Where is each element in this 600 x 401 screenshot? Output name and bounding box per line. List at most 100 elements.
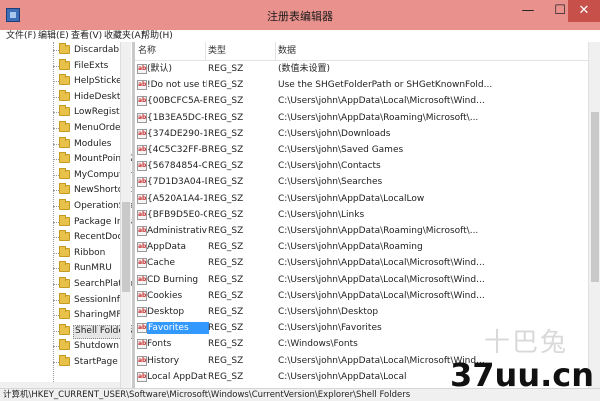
tree-item[interactable]: LowRegistry — [53, 105, 129, 119]
tree-item[interactable]: MenuOrder — [53, 121, 125, 135]
folder-icon — [59, 339, 70, 351]
value-row[interactable]: ab{4C5C32FF-BB...REG_SZ C:\Users\john\Sav… — [135, 142, 587, 158]
folder-icon — [59, 43, 70, 54]
value-row[interactable]: ab AppData REG_SZ C:\Users\john\AppData\Roa… — [135, 239, 587, 255]
folder-icon — [59, 89, 70, 101]
folder-icon — [59, 167, 70, 179]
title-bar[interactable]: 注册表编辑器 — ☐ ✕ — [0, 0, 600, 30]
value-row[interactable]: ab (默认) REG_SZ (数值未设置) — [135, 61, 587, 77]
value-row[interactable]: ab Cookies REG_SZ C:\Users\john\AppData\Loc… — [135, 288, 587, 304]
value-name: AppData — [147, 242, 187, 253]
tree-item-label: HelpSticker — [74, 76, 126, 87]
list-scroll-thumb[interactable] — [591, 112, 599, 282]
value-name: !Do not use thi... — [147, 80, 207, 91]
value-type: REG_SZ — [208, 80, 244, 91]
menu-favorites[interactable]: 收藏夹(A) — [104, 30, 144, 42]
minimize-button[interactable]: — — [512, 0, 544, 22]
value-name: {56784854-C6... — [147, 161, 207, 172]
value-name: Cache — [147, 258, 175, 269]
folder-icon — [59, 199, 70, 210]
tree-item[interactable]: RecentDocs — [53, 230, 127, 244]
value-data: C:\Users\john\Desktop — [278, 307, 379, 317]
tree-item[interactable]: Modules — [53, 136, 125, 151]
list-vertical-scrollbar[interactable] — [588, 42, 600, 388]
value-data: C:\Users\john\AppData\Roaming — [278, 242, 423, 253]
tree-item[interactable]: OperationStat — [53, 199, 132, 213]
column-header-data[interactable]: 数据 — [278, 45, 296, 57]
tree-item[interactable]: Shell Folders — [53, 323, 132, 339]
watermark-text: 37uu.cn — [450, 356, 594, 394]
value-data: (数值未设置) — [278, 64, 331, 74]
value-name: Fonts — [147, 339, 172, 350]
tree-item[interactable]: FileExts — [53, 58, 125, 73]
column-header-type[interactable]: 类型 — [208, 45, 226, 57]
column-divider[interactable] — [205, 42, 206, 60]
value-row[interactable]: ab{7D1D3A04-DE...REG_SZ C:\Users\john\Sea… — [135, 174, 587, 190]
column-divider[interactable] — [275, 42, 276, 60]
folder-icon — [59, 136, 70, 148]
string-value-icon: ab — [137, 145, 147, 155]
value-name: {BFB9D5E0-C6... — [147, 209, 207, 220]
folder-icon — [59, 152, 70, 164]
status-key-path: 计算机\HKEY_CURRENT_USER\Software\Microsoft… — [3, 390, 411, 400]
tree-item[interactable]: StartPage — [53, 355, 125, 369]
string-value-icon: ab — [137, 274, 147, 285]
value-type: REG_SZ — [208, 177, 244, 188]
folder-icon — [59, 214, 70, 226]
value-row[interactable]: ab Desktop REG_SZ C:\Users\john\Desktop — [135, 304, 587, 320]
window-title: 注册表编辑器 — [267, 10, 333, 23]
column-header-name[interactable]: 名称 — [138, 45, 156, 57]
value-name: CD Burning — [147, 274, 199, 285]
string-value-icon: ab — [137, 355, 147, 366]
value-row[interactable]: ab{1B3EA5DC-B5...REG_SZ C:\Users\john\App… — [135, 110, 587, 126]
value-name: Cookies — [147, 290, 183, 301]
tree-item[interactable]: MountPoints2 — [53, 152, 132, 166]
string-value-icon: ab — [137, 323, 147, 334]
folder-icon — [59, 308, 70, 320]
value-name: Local AppData — [147, 371, 207, 382]
tree-item[interactable]: Ribbon — [53, 245, 125, 260]
menu-bar: 文件(F) 编辑(E) 查看(V) 收藏夹(A) 帮助(H) — [0, 30, 600, 42]
value-row[interactable]: ab{BFB9D5E0-C6...REG_SZ C:\Users\john\Lin… — [135, 207, 587, 223]
tree-item[interactable]: MyComputer — [53, 167, 132, 182]
registry-key-tree: Discardable FileExts HelpSticker HideDeskto… — [0, 42, 132, 388]
tree-item[interactable]: NewShortcutH — [53, 183, 132, 197]
tree-item[interactable]: SearchPlatforr — [53, 277, 132, 291]
value-data: C:\Users\john\AppData\Local\Microsoft\Wi… — [278, 290, 485, 301]
tree-item[interactable]: Discardable — [53, 43, 127, 57]
tree-item[interactable]: RunMRU — [53, 261, 125, 275]
menu-view[interactable]: 查看(V) — [71, 30, 102, 42]
tree-vertical-scrollbar[interactable] — [120, 42, 131, 388]
tree-item-label: StartPage — [74, 357, 118, 367]
value-row[interactable]: ab{A520A1A4-17...REG_SZ C:\Users\john\App… — [135, 191, 587, 207]
value-row[interactable]: ab Cache REG_SZ C:\Users\john\AppData\Local… — [135, 255, 587, 271]
tree-item[interactable]: HideDesktopI — [53, 89, 132, 104]
value-data: C:\Users\john\Links — [278, 209, 365, 220]
value-data: C:\Users\john\Saved Games — [278, 145, 404, 155]
value-row[interactable]: ab{00BCFC5A-ED...REG_SZ C:\Users\john\App… — [135, 93, 587, 109]
value-row[interactable]: abAdministrative ...REG_SZ C:\Users\john\… — [135, 223, 587, 239]
tree-item[interactable]: HelpSticker — [53, 74, 126, 88]
value-row[interactable]: ab CD Burning REG_SZ C:\Users\john\AppData\… — [135, 272, 587, 288]
menu-help[interactable]: 帮助(H) — [141, 30, 173, 42]
value-row[interactable]: ab{374DE290-12...REG_SZ C:\Users\john\Dow… — [135, 126, 587, 142]
tree-scroll-thumb[interactable] — [122, 202, 130, 292]
value-type: REG_SZ — [208, 226, 244, 236]
folder-icon — [59, 245, 70, 257]
value-type: REG_SZ — [208, 145, 244, 155]
menu-edit[interactable]: 编辑(E) — [38, 30, 69, 42]
tree-item[interactable]: SessionInfo — [53, 292, 125, 307]
tree-item[interactable]: SharingMFU — [53, 308, 128, 322]
value-name: Favorites — [147, 322, 209, 335]
tree-item[interactable]: Shutdown — [53, 339, 125, 353]
value-data: C:\Users\john\Searches — [278, 177, 383, 188]
menu-file[interactable]: 文件(F) — [6, 30, 36, 42]
value-row[interactable]: ab!Do not use thi...REG_SZ Use the SHGetF… — [135, 77, 587, 93]
value-name: History — [147, 355, 180, 366]
value-row[interactable]: ab{56784854-C6...REG_SZ C:\Users\john\Con… — [135, 158, 587, 174]
string-value-icon: ab — [137, 339, 147, 350]
tree-item[interactable]: Package Insta — [53, 214, 132, 229]
tree-item-label: Ribbon — [74, 247, 106, 258]
close-button[interactable]: ✕ — [568, 0, 600, 22]
string-value-icon: ab — [137, 226, 147, 236]
